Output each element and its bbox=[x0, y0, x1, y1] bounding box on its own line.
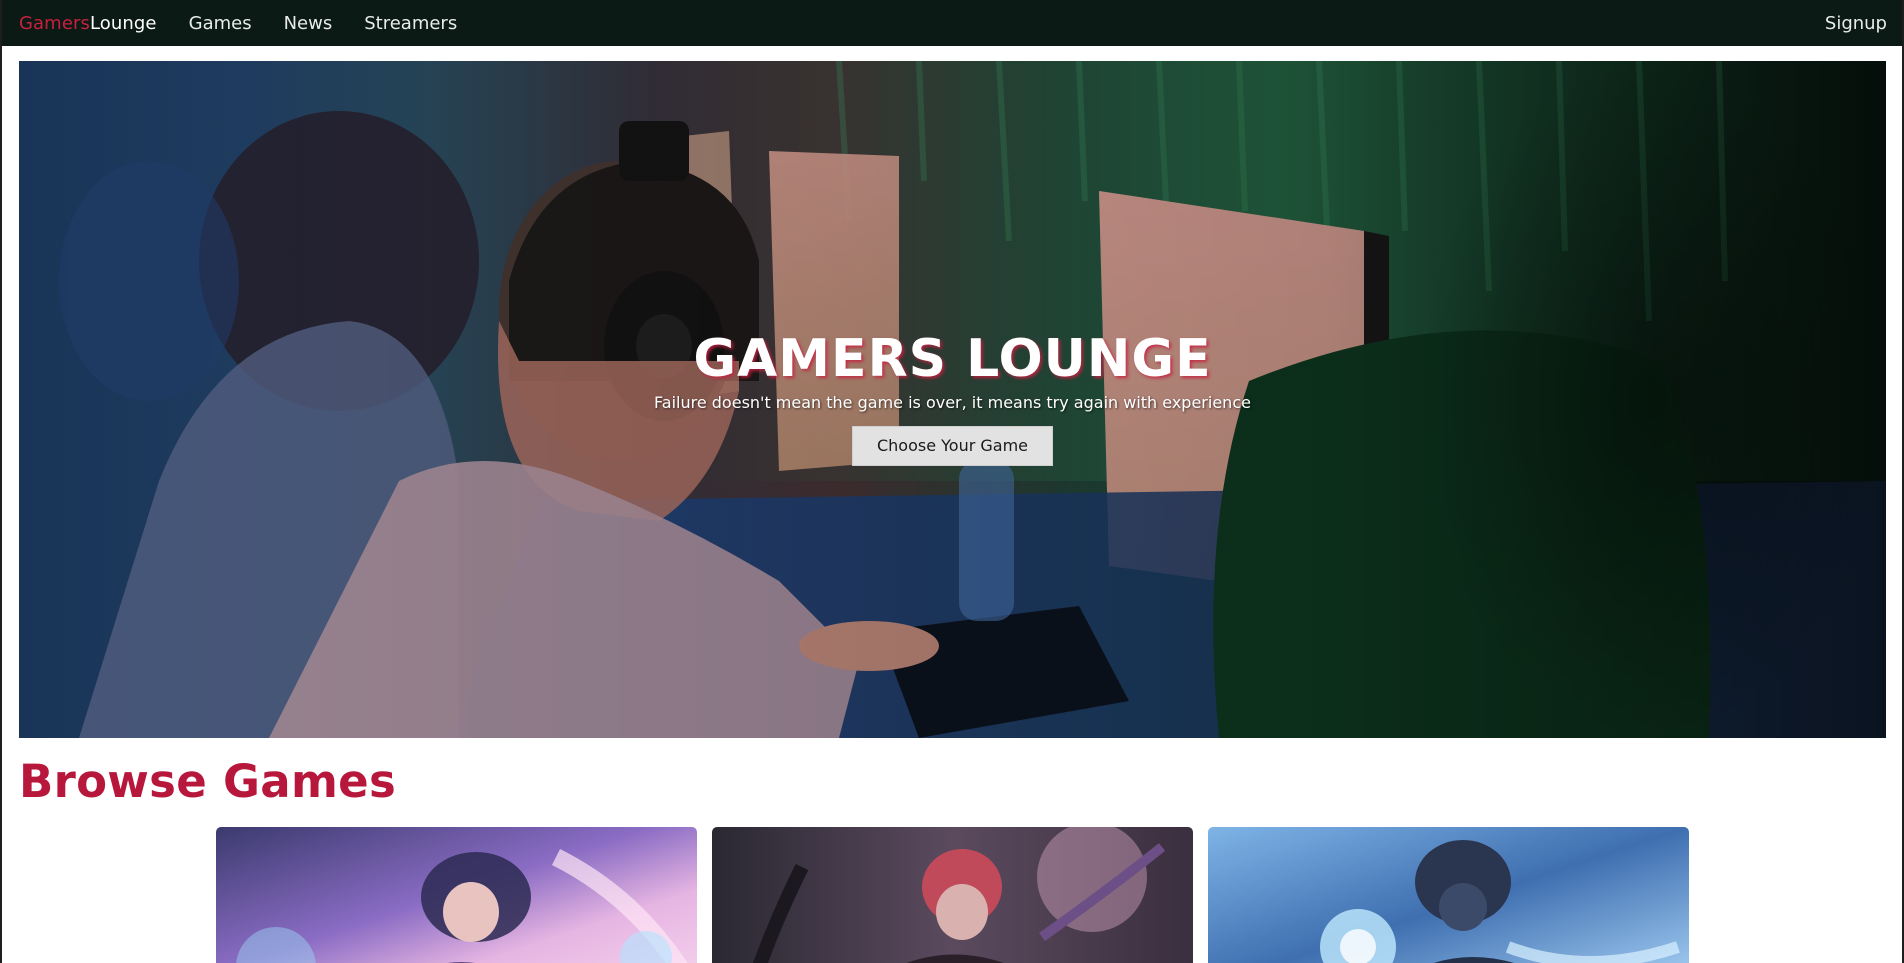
nav-link-news[interactable]: News bbox=[284, 13, 333, 34]
game-card-image bbox=[712, 827, 1193, 963]
top-navbar: GamersLounge Games News Streamers Signup bbox=[2, 0, 1902, 46]
brand-gamers-text: Gamers bbox=[19, 12, 90, 34]
game-card[interactable] bbox=[1208, 827, 1689, 963]
brand-logo-link[interactable]: GamersLounge bbox=[19, 13, 157, 34]
brand-lounge-text: Lounge bbox=[89, 12, 157, 34]
game-cards-row bbox=[216, 827, 1690, 963]
signup-link[interactable]: Signup bbox=[1825, 13, 1887, 34]
hero-banner: GAMERS LOUNGE Failure doesn't mean the g… bbox=[19, 61, 1886, 738]
hero-content: GAMERS LOUNGE Failure doesn't mean the g… bbox=[19, 328, 1886, 466]
game-card[interactable] bbox=[216, 827, 697, 963]
browse-games-heading: Browse Games bbox=[19, 755, 397, 808]
page: GamersLounge Games News Streamers Signup bbox=[0, 0, 1904, 963]
choose-your-game-button[interactable]: Choose Your Game bbox=[851, 426, 1054, 466]
game-card-image bbox=[1208, 827, 1689, 963]
hero-title: GAMERS LOUNGE bbox=[693, 329, 1212, 389]
nav-link-games[interactable]: Games bbox=[189, 13, 252, 34]
game-card-image bbox=[216, 827, 697, 963]
game-card[interactable] bbox=[712, 827, 1193, 963]
nav-link-streamers[interactable]: Streamers bbox=[364, 13, 457, 34]
hero-tagline: Failure doesn't mean the game is over, i… bbox=[654, 393, 1251, 412]
